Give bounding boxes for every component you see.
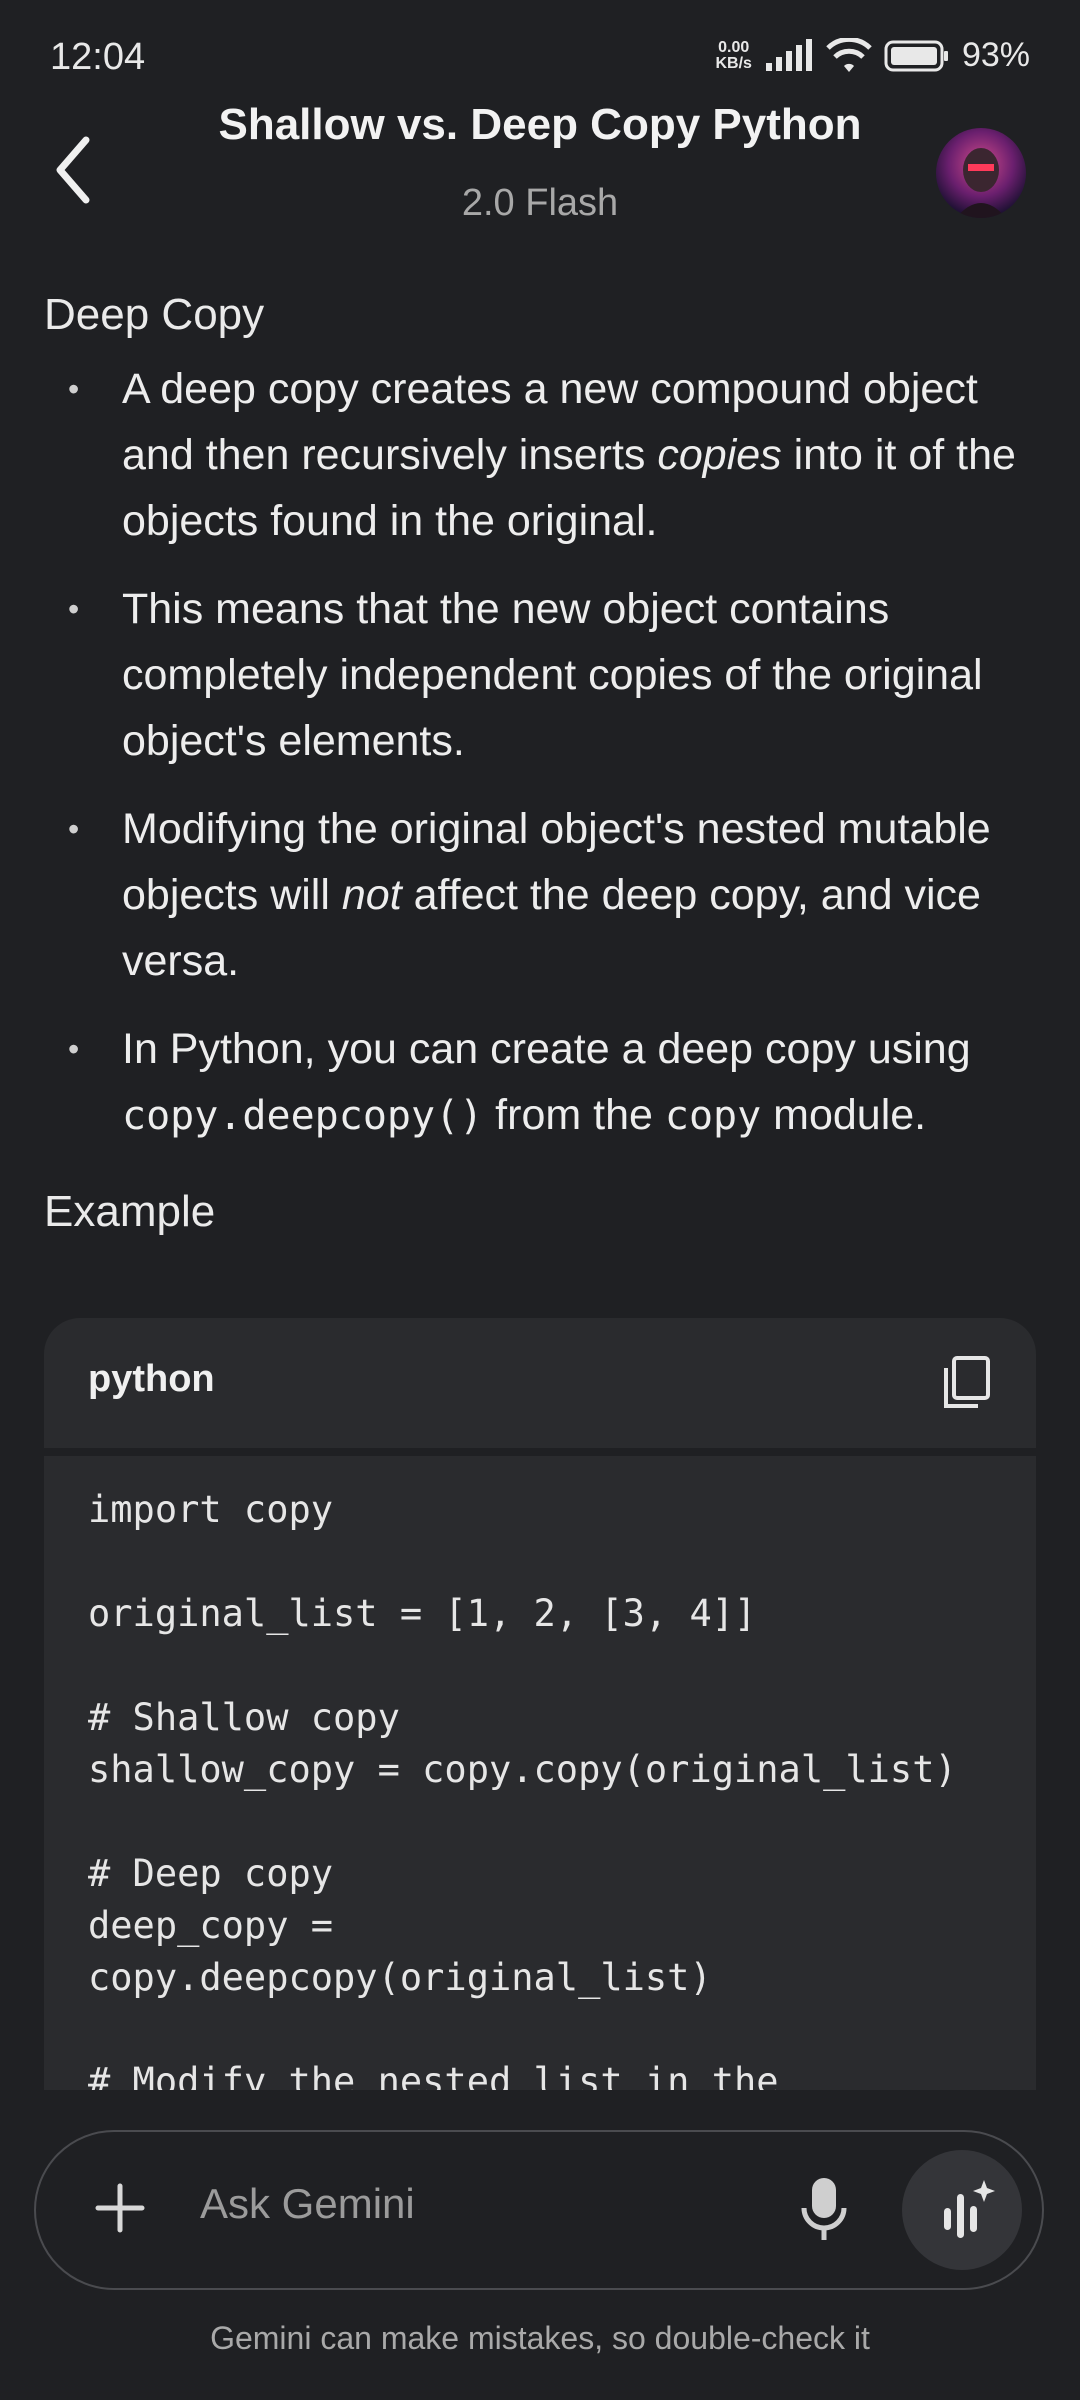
code-block: python import copy original_list = [1, 2… (44, 1318, 1036, 2090)
prompt-composer[interactable]: Ask Gemini (34, 2130, 1044, 2290)
section-heading: Deep Copy (44, 290, 265, 339)
bullet-emphasis: copies (657, 431, 782, 479)
gemini-live-icon (944, 2180, 995, 2238)
code-line: # Modify the nested list in the (88, 2060, 779, 2090)
inline-code: copy.deepcopy() (122, 1093, 484, 1139)
list-item: Modifying the original object's nested m… (0, 796, 1080, 994)
network-speed-value: 0.00 (718, 38, 750, 56)
bullet-text: from the (483, 1091, 665, 1139)
code-language-label: python (88, 1358, 215, 1400)
bullet-text: module. (761, 1091, 927, 1139)
plus-icon[interactable] (88, 2176, 152, 2240)
list-item: A deep copy creates a new compound objec… (0, 356, 1080, 554)
code-line: copy.deepcopy(original_list) (88, 1956, 712, 1999)
network-speed: 0.00 KB/s (715, 38, 752, 72)
code-line: # Shallow copy (88, 1696, 400, 1739)
microphone-icon[interactable] (796, 2174, 852, 2246)
code-block-header: python (44, 1318, 1036, 1448)
signal-icon (765, 38, 812, 71)
code-line: # Deep copy (88, 1852, 334, 1895)
list-item: This means that the new object contains … (0, 576, 1080, 774)
bullet-text: This means that the new object contains … (122, 585, 983, 765)
copy-icon[interactable] (938, 1354, 994, 1410)
example-heading: Example (44, 1187, 216, 1236)
status-icons: 0.00 KB/s 93% (715, 36, 1030, 75)
scroll-divider (0, 2090, 1080, 2110)
list-item: In Python, you can create a deep copy us… (0, 1016, 1080, 1149)
model-selector[interactable]: 2.0 Flash (0, 182, 1080, 225)
code-body: import copy original_list = [1, 2, [3, 4… (44, 1456, 1036, 2090)
disclaimer-text: Gemini can make mistakes, so double-chec… (210, 2320, 870, 2356)
network-speed-unit: KB/s (715, 54, 752, 72)
code-line: original_list = [1, 2, [3, 4]] (88, 1592, 757, 1635)
prompt-input[interactable]: Ask Gemini (200, 2180, 415, 2228)
chat-title[interactable]: Shallow vs. Deep Copy Python (0, 100, 1080, 150)
chat-header: Shallow vs. Deep Copy Python 2.0 Flash (0, 90, 1080, 260)
code-line: shallow_copy = copy.copy(original_list) (88, 1748, 957, 1791)
avatar[interactable] (936, 128, 1026, 218)
battery-percent: 93% (961, 36, 1030, 74)
gemini-live-button[interactable] (902, 2150, 1022, 2270)
code-line: deep_copy = (88, 1904, 334, 1947)
clock: 12:04 (50, 36, 146, 78)
battery-icon (884, 40, 948, 71)
inline-code: copy (664, 1093, 762, 1139)
bullet-text: In Python, you can create a deep copy us… (122, 1025, 971, 1073)
code-line: import copy (88, 1488, 334, 1531)
model-response: Deep Copy A deep copy creates a new comp… (0, 290, 1080, 2090)
bullet-emphasis: not (341, 871, 402, 919)
wifi-icon (826, 37, 872, 72)
bullet-list: A deep copy creates a new compound objec… (0, 356, 1080, 1149)
